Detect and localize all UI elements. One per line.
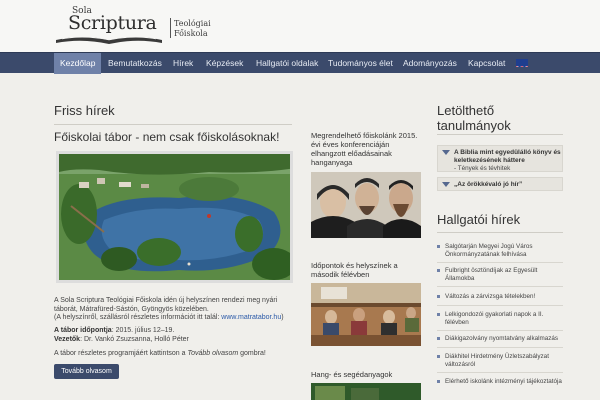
news-item[interactable]: Diákhitel Hirdetmény Üzletszabályzat vál… xyxy=(437,353,563,369)
article-para2: A tábor részletes programjáért kattintso… xyxy=(54,350,299,359)
logo-line2: Scriptura xyxy=(68,12,157,34)
nav-adomanyozas[interactable]: Adományozás xyxy=(397,53,463,74)
section-divider xyxy=(54,124,292,125)
audio-materials-link[interactable]: Hang- és segédanyagok xyxy=(311,370,423,379)
downloads-heading: Letölthető tanulmányok xyxy=(437,103,511,133)
classroom-image[interactable] xyxy=(311,283,421,346)
news-item-label: Salgótarján Megyei Jogú Város Önkormányz… xyxy=(445,243,533,258)
bullet-icon xyxy=(437,245,440,248)
bullet-icon xyxy=(437,269,440,272)
download-item-biblia[interactable]: A Biblia mint egyedülálló könyv és kelet… xyxy=(437,145,563,172)
news-item[interactable]: Elérhető iskolánk intézményi tájékoztató… xyxy=(437,378,563,386)
leaders-label: Vezetők xyxy=(54,335,81,343)
download-title: „Az örökkévaló jó hír” xyxy=(454,181,523,188)
article-para1-end: ) xyxy=(281,314,284,321)
read-more-button[interactable]: Tovább olvasom xyxy=(54,364,119,379)
news-item[interactable]: Lelkigondozói gyakorlati napok a II. fél… xyxy=(437,311,563,327)
nav-tudomanyos-elet[interactable]: Tudományos élet xyxy=(322,53,399,74)
news-item-label: Elérhető iskolánk intézményi tájékoztató… xyxy=(445,378,562,385)
news-separator xyxy=(437,262,563,263)
site-header: Sola Scriptura Teológiai Főiskola xyxy=(0,0,600,52)
news-separator xyxy=(437,286,563,287)
download-item-orokkevalo[interactable]: „Az örökkévaló jó hír” xyxy=(437,177,563,191)
nav-bemutatkozas[interactable]: Bemutatkozás xyxy=(102,53,168,74)
article-para2-end: gombra! xyxy=(238,350,266,357)
logo-sub1: Teológiai xyxy=(174,19,211,28)
conference-audio-link[interactable]: Megrendelhető főiskolánk 2015. évi éves … xyxy=(311,131,423,167)
friss-hirek-heading: Friss hírek xyxy=(54,103,115,118)
site-logo[interactable]: Sola Scriptura Teológiai Főiskola xyxy=(54,6,211,46)
downloads-heading-line2: tanulmányok xyxy=(437,118,511,133)
downloads-divider xyxy=(437,134,563,135)
caret-down-icon xyxy=(442,150,450,155)
news-item-label: Változás a zárvizsga tételekben! xyxy=(445,293,536,300)
date-value: : 2015. július 12–19. xyxy=(111,327,175,334)
nav-hallgatoi-oldalak[interactable]: Hallgatói oldalak xyxy=(250,53,324,74)
news-item-label: Fulbright ösztöndíjak az Egyesült Államo… xyxy=(445,267,538,282)
news-item[interactable]: Változás a zárvizsga tételekben! xyxy=(437,293,563,301)
date-label: A tábor időpontja xyxy=(54,327,112,334)
nav-kezdolap[interactable]: Kezdőlap xyxy=(54,53,102,74)
article-details: A tábor időpontja: 2015. július 12–19. V… xyxy=(54,327,299,344)
download-subtitle: - Tények és tévhitek xyxy=(454,165,511,172)
bullet-icon xyxy=(437,380,440,383)
student-news-heading: Hallgatói hírek xyxy=(437,212,521,227)
news-item[interactable]: Fulbright ösztöndíjak az Egyesült Államo… xyxy=(437,267,563,283)
article-para2-em: Tovább olvasom xyxy=(187,350,239,357)
audio-materials-image[interactable] xyxy=(311,383,421,400)
bullet-icon xyxy=(437,313,440,316)
downloads-heading-line1: Letölthető xyxy=(437,103,495,118)
news-separator xyxy=(437,330,563,331)
news-separator xyxy=(437,372,563,373)
nav-kepzesek[interactable]: Képzések xyxy=(200,53,249,74)
article-photo[interactable] xyxy=(56,151,293,283)
reformers-image[interactable] xyxy=(311,172,421,238)
logo-sub2: Főiskola xyxy=(174,29,208,38)
nav-hirek[interactable]: Hírek xyxy=(167,53,199,74)
main-navigation: Kezdőlap Bemutatkozás Hírek Képzések Hal… xyxy=(0,52,600,74)
student-news-divider xyxy=(437,232,563,233)
bullet-icon xyxy=(437,295,440,298)
article-para2-start: A tábor részletes programjáért kattintso… xyxy=(54,350,188,357)
matratabor-link[interactable]: www.matratabor.hu xyxy=(221,314,281,321)
article-para1: A Sola Scriptura Teológiai Főiskola idén… xyxy=(54,297,278,313)
news-separator xyxy=(437,305,563,306)
english-flag-icon[interactable] xyxy=(516,59,528,67)
bullet-icon xyxy=(437,355,440,358)
article-intro: A Sola Scriptura Teológiai Főiskola idén… xyxy=(54,297,299,323)
news-item-label: Lelkigondozói gyakorlati napok a II. fél… xyxy=(445,311,544,326)
news-separator xyxy=(437,347,563,348)
news-item-label: Diákigazolvány nyomtatvány alkalmazás xyxy=(445,335,559,342)
caret-down-icon xyxy=(442,182,450,187)
download-title: A Biblia mint egyedülálló könyv és kelet… xyxy=(454,149,561,164)
article-title[interactable]: Főiskolai tábor - nem csak főiskolásokna… xyxy=(54,130,279,144)
article-para1-paren: (A helyszínről, szállásról részletes inf… xyxy=(54,314,222,321)
news-item[interactable]: Salgótarján Megyei Jogú Város Önkormányz… xyxy=(437,243,563,259)
schedule-link[interactable]: Időpontok és helyszínek a második félévb… xyxy=(311,261,423,279)
news-item[interactable]: Diákigazolvány nyomtatvány alkalmazás xyxy=(437,335,563,343)
logo-divider xyxy=(170,18,171,38)
leaders-value: : Dr. Vankó Zsuzsanna, Holló Péter xyxy=(80,335,189,343)
open-book-icon xyxy=(56,36,162,44)
bullet-icon xyxy=(437,337,440,340)
news-item-label: Diákhitel Hirdetmény Üzletszabályzat vál… xyxy=(445,353,549,368)
nav-kapcsolat[interactable]: Kapcsolat xyxy=(462,53,511,74)
